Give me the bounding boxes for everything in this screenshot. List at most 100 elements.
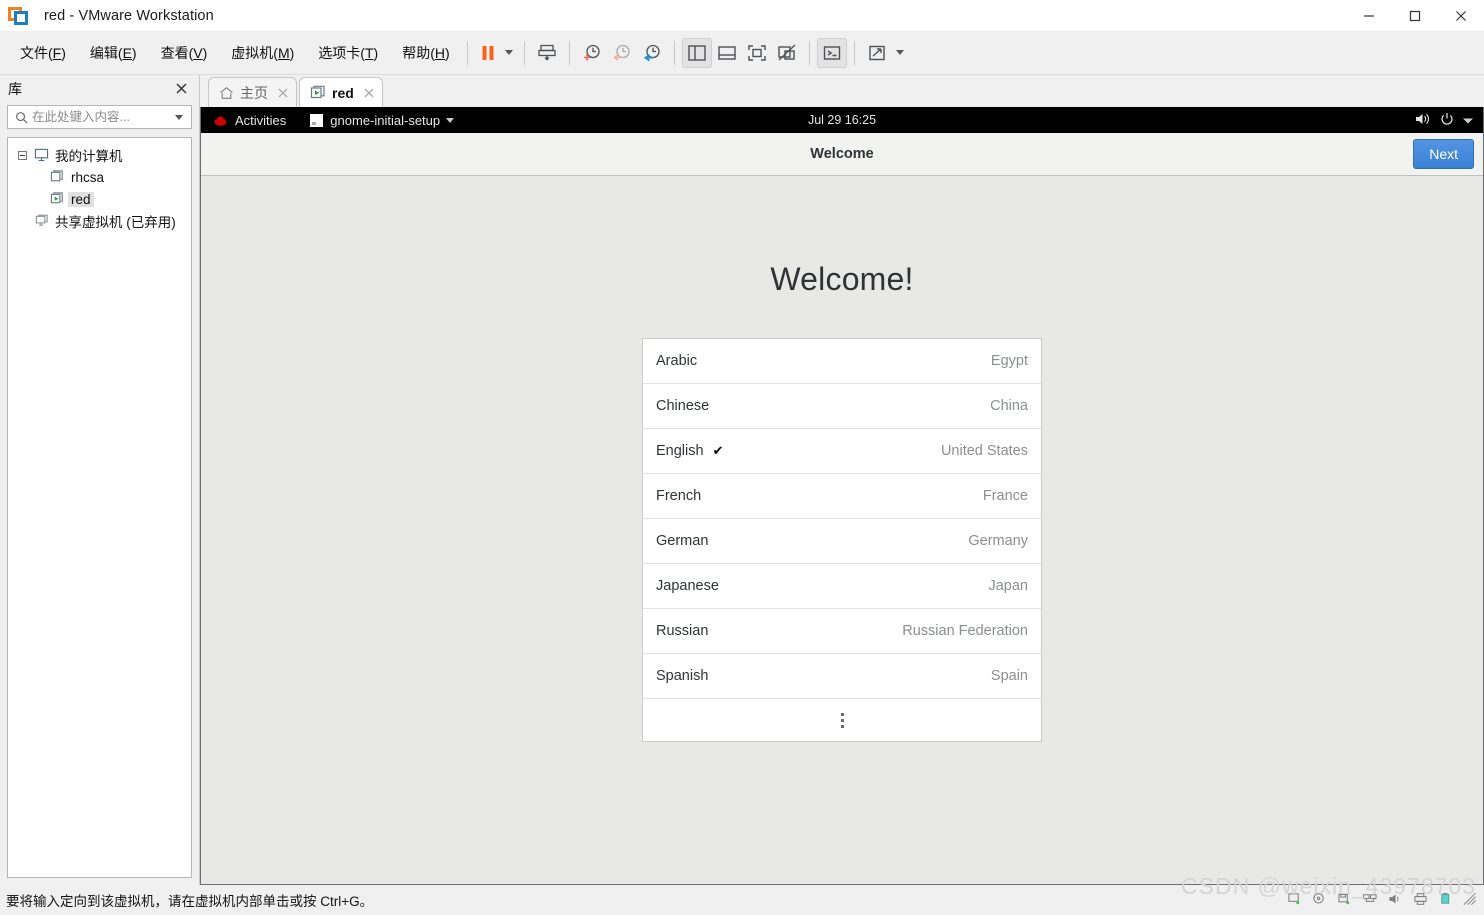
language-name: Japanese bbox=[656, 578, 719, 594]
welcome-header-bar: Welcome Next bbox=[201, 133, 1483, 176]
toolbar-separator bbox=[673, 40, 675, 65]
sidebar-item-my-computer[interactable]: 我的计算机 bbox=[8, 144, 191, 166]
close-button[interactable] bbox=[1438, 0, 1484, 31]
search-icon bbox=[12, 111, 30, 124]
main-area: 库 我的计算机 bbox=[0, 75, 1484, 885]
printer-icon[interactable] bbox=[1413, 892, 1428, 909]
language-list: Arabic Egypt Chinese China English ✔ Uni… bbox=[642, 338, 1042, 742]
display-icon[interactable] bbox=[1463, 892, 1478, 909]
pause-icon[interactable] bbox=[475, 38, 501, 68]
sidebar-item-label: red bbox=[68, 191, 94, 207]
tab-bar: 主页 red bbox=[200, 75, 1484, 107]
list-item-selected[interactable]: English ✔ United States bbox=[643, 429, 1041, 474]
tab-home[interactable]: 主页 bbox=[208, 77, 297, 107]
list-item[interactable]: Chinese China bbox=[643, 384, 1041, 429]
list-item[interactable]: Russian Russian Federation bbox=[643, 609, 1041, 654]
welcome-body: Welcome! Arabic Egypt Chinese China Engl… bbox=[201, 176, 1483, 884]
library-tree: 我的计算机 rhcsa red 共享虚拟机 (已弃用) bbox=[7, 137, 192, 878]
hard-disk-icon[interactable] bbox=[1287, 892, 1302, 909]
maximize-button[interactable] bbox=[1392, 0, 1438, 31]
stretch-guest-icon[interactable] bbox=[862, 38, 892, 68]
tab-label: red bbox=[332, 84, 354, 101]
manage-snapshots-icon[interactable] bbox=[532, 38, 562, 68]
network-icon[interactable] bbox=[1362, 892, 1378, 909]
language-country: China bbox=[990, 398, 1028, 414]
menu-edit[interactable]: 编辑(E) bbox=[80, 37, 147, 69]
tab-label: 主页 bbox=[240, 84, 268, 101]
tab-close-icon[interactable] bbox=[364, 85, 374, 101]
list-item[interactable]: French France bbox=[643, 474, 1041, 519]
library-title: 库 bbox=[8, 81, 22, 97]
menu-help-label: 帮助( bbox=[402, 44, 435, 61]
menu-vm[interactable]: 虚拟机(M) bbox=[221, 37, 304, 69]
menu-file[interactable]: 文件(F) bbox=[10, 37, 76, 69]
menu-view-label: 查看( bbox=[160, 44, 194, 61]
menu-edit-label: 编辑( bbox=[89, 44, 123, 61]
menu-file-mnemonic: F bbox=[52, 44, 62, 61]
sidebar-item-label: rhcsa bbox=[71, 169, 105, 185]
show-console-view-icon[interactable] bbox=[712, 38, 742, 68]
menu-view[interactable]: 查看(V) bbox=[151, 37, 218, 69]
unity-mode-icon[interactable] bbox=[772, 38, 802, 68]
power-icon bbox=[1440, 112, 1454, 129]
language-country: Egypt bbox=[990, 353, 1028, 369]
more-vertical-icon bbox=[840, 712, 844, 728]
library-header: 库 bbox=[0, 75, 199, 103]
menu-tabs[interactable]: 选项卡(T) bbox=[308, 37, 388, 69]
tab-close-icon[interactable] bbox=[278, 85, 288, 101]
snapshot-manager-icon[interactable] bbox=[637, 38, 667, 68]
toolbar-separator bbox=[466, 40, 468, 65]
language-name: Spanish bbox=[656, 668, 709, 684]
language-name: English bbox=[656, 443, 704, 459]
search-input[interactable] bbox=[30, 109, 171, 125]
menu-vm-label: 虚拟机( bbox=[231, 44, 278, 61]
language-country: Spain bbox=[990, 668, 1028, 684]
list-item[interactable]: Japanese Japan bbox=[643, 564, 1041, 609]
toolbar-separator bbox=[808, 40, 810, 65]
menu-help[interactable]: 帮助(H) bbox=[392, 37, 459, 69]
sidebar-item-rhcsa[interactable]: rhcsa bbox=[8, 166, 191, 188]
sidebar-item-label: 共享虚拟机 (已弃用) bbox=[55, 215, 176, 230]
cd-dvd-icon[interactable] bbox=[1312, 892, 1327, 909]
status-bar: 要将输入定向到该虚拟机，请在虚拟机内部单击或按 Ctrl+G。 CSDN @we… bbox=[0, 873, 1484, 915]
sidebar-item-shared-vms[interactable]: 共享虚拟机 (已弃用) bbox=[8, 210, 191, 232]
toolbar-separator bbox=[853, 40, 855, 65]
expand-collapse-icon[interactable] bbox=[14, 150, 30, 160]
list-item[interactable]: German Germany bbox=[643, 519, 1041, 564]
library-search-box[interactable] bbox=[7, 105, 192, 129]
floppy-icon[interactable] bbox=[1337, 892, 1352, 909]
show-library-icon[interactable] bbox=[681, 37, 712, 68]
next-button[interactable]: Next bbox=[1413, 139, 1474, 169]
sound-icon[interactable] bbox=[1388, 892, 1403, 909]
title-bar: red - VMware Workstation bbox=[0, 0, 1484, 31]
my-computer-icon bbox=[30, 148, 52, 162]
gnome-clock[interactable]: Jul 29 16:25 bbox=[201, 113, 1483, 127]
sidebar-item-label: 我的计算机 bbox=[55, 149, 123, 164]
language-name: German bbox=[656, 533, 709, 549]
gnome-top-bar: Activities gnome-initial-setup Jul 29 16… bbox=[201, 107, 1483, 133]
usb-icon[interactable] bbox=[1438, 892, 1453, 909]
terminal-icon[interactable] bbox=[816, 37, 847, 68]
show-more-languages-button[interactable] bbox=[643, 699, 1041, 741]
fullscreen-icon[interactable] bbox=[742, 38, 772, 68]
vm-running-icon bbox=[46, 192, 68, 206]
language-country: Russian Federation bbox=[902, 623, 1028, 639]
stretch-caret-icon[interactable] bbox=[892, 38, 908, 68]
minimize-button[interactable] bbox=[1346, 0, 1392, 31]
gnome-status-menu[interactable] bbox=[1415, 112, 1473, 129]
power-dropdown-caret-icon[interactable] bbox=[501, 38, 517, 68]
list-item[interactable]: Spanish Spain bbox=[643, 654, 1041, 699]
shared-vms-icon bbox=[30, 214, 52, 228]
menu-tabs-label: 选项卡( bbox=[318, 44, 365, 61]
toolbar-separator bbox=[568, 40, 570, 65]
guest-screen[interactable]: Activities gnome-initial-setup Jul 29 16… bbox=[200, 107, 1484, 885]
take-snapshot-icon[interactable] bbox=[577, 38, 607, 68]
library-close-icon[interactable] bbox=[172, 81, 191, 98]
chevron-down-icon bbox=[1463, 113, 1473, 128]
tab-red[interactable]: red bbox=[299, 77, 383, 107]
chevron-down-icon[interactable] bbox=[171, 114, 187, 120]
language-country: Germany bbox=[968, 533, 1028, 549]
sidebar-item-red[interactable]: red bbox=[8, 188, 191, 210]
home-icon bbox=[219, 86, 234, 100]
list-item[interactable]: Arabic Egypt bbox=[643, 339, 1041, 384]
